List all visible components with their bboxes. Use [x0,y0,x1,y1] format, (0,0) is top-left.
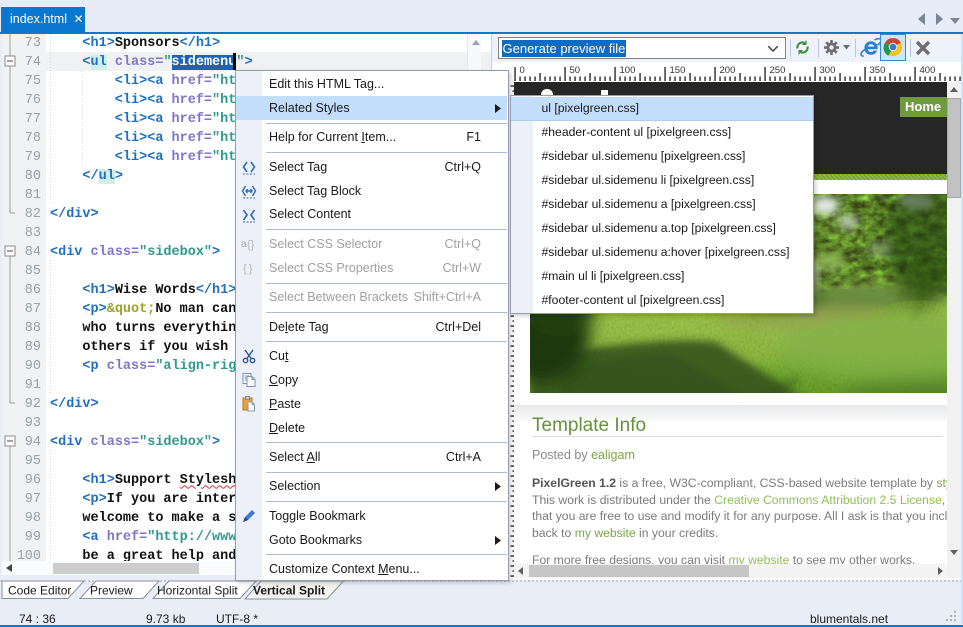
svg-text:250: 250 [770,65,786,76]
svg-text:Preview: Preview [90,584,133,598]
svg-text:200: 200 [720,65,736,76]
svg-text:{}: {} [247,239,255,251]
svg-text:Code Editor: Code Editor [8,584,71,598]
svg-text:{ }: { } [243,263,253,275]
svg-text:300: 300 [820,65,836,76]
svg-text:400: 400 [920,65,936,76]
svg-text:50: 50 [570,65,581,76]
svg-text:350: 350 [870,65,886,76]
svg-text:0: 0 [520,65,525,76]
svg-text:100: 100 [620,65,636,76]
svg-text:Horizontal Split: Horizontal Split [157,584,238,598]
svg-text:Vertical Split: Vertical Split [253,584,325,598]
svg-text:150: 150 [670,65,686,76]
